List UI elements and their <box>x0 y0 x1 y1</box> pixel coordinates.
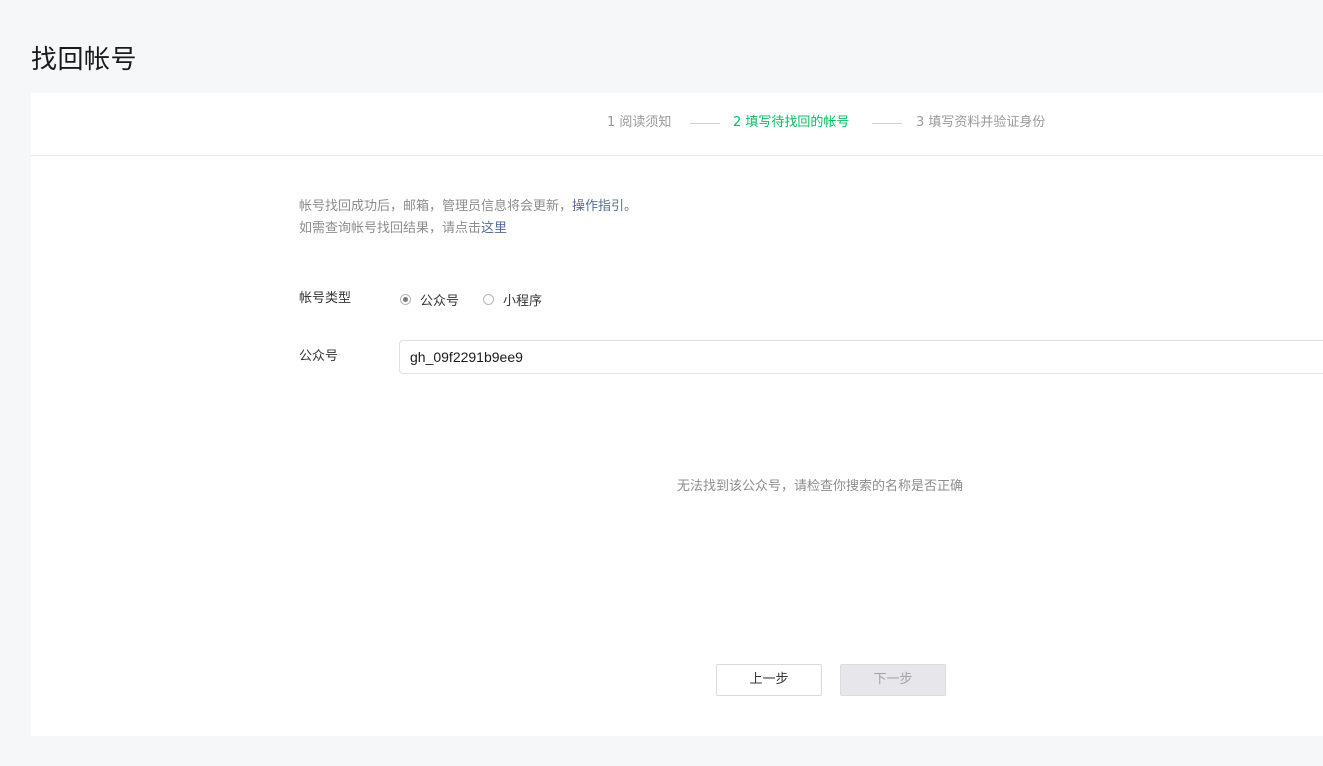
operation-guide-link[interactable]: 操作指引。 <box>572 199 637 214</box>
radio-checked-icon[interactable] <box>400 293 411 305</box>
radio-unchecked-icon[interactable] <box>483 293 494 305</box>
account-type-label: 帐号类型 <box>299 291 352 306</box>
step-separator <box>690 123 720 124</box>
notice-line-1: 帐号找回成功后，邮箱，管理员信息将会更新，操作指引。 <box>299 198 637 216</box>
account-field-label: 公众号 <box>299 349 339 364</box>
page-title: 找回帐号 <box>31 45 138 76</box>
notice-text: 如需查询帐号找回结果，请点击 <box>299 221 482 236</box>
radio-mini-program[interactable]: 小程序 <box>483 290 543 309</box>
prev-step-button[interactable]: 上一步 <box>716 664 822 696</box>
step-3: 3 填写资料并验证身份 <box>916 115 1046 130</box>
account-input-wrapper <box>399 340 1323 374</box>
next-step-button[interactable]: 下一步 <box>840 664 946 696</box>
step-2-active: 2 填写待找回的帐号 <box>733 115 850 130</box>
content-card: 1 阅读须知 2 填写待找回的帐号 3 填写资料并验证身份 帐号找回成功后，邮箱… <box>31 93 1323 736</box>
not-found-message: 无法找到该公众号，请检查你搜索的名称是否正确 <box>677 479 964 494</box>
notice-text: 帐号找回成功后，邮箱，管理员信息将会更新， <box>299 199 573 214</box>
query-result-link[interactable]: 这里 <box>481 221 507 236</box>
step-indicator: 1 阅读须知 2 填写待找回的帐号 3 填写资料并验证身份 <box>31 93 1323 156</box>
radio-official-account[interactable]: 公众号 <box>400 290 460 309</box>
step-separator <box>872 123 902 124</box>
radio-label: 小程序 <box>503 293 543 309</box>
radio-label: 公众号 <box>420 293 460 309</box>
account-input[interactable] <box>400 341 1320 373</box>
notice-line-2: 如需查询帐号找回结果，请点击这里 <box>299 220 507 238</box>
step-1: 1 阅读须知 <box>607 115 672 130</box>
